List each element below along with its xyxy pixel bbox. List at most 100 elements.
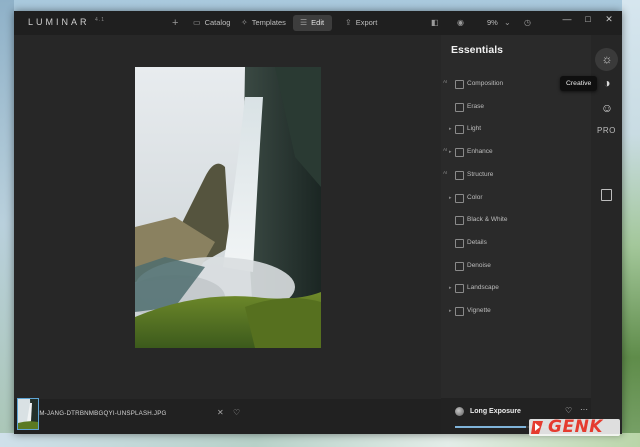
app-logo-text: LUMINAR [28, 17, 90, 27]
ai-badge: AI [443, 169, 448, 175]
expand-arrow-icon[interactable]: ▸ [449, 195, 452, 201]
expand-arrow-icon[interactable]: ▸ [449, 308, 452, 314]
tool-denoise[interactable]: Denoise [441, 261, 591, 275]
sparkle-icon: ✧ [241, 18, 248, 27]
export-icon: ⇪ [345, 18, 352, 27]
tool-label: Details [467, 238, 487, 246]
close-icon: ✕ [605, 14, 613, 24]
preset-heart-icon[interactable]: ♡ [565, 406, 572, 415]
waterfall-photo [135, 67, 321, 348]
folder-icon: ▭ [193, 18, 201, 27]
enhance-icon [455, 148, 464, 158]
ai-badge: AI [443, 79, 448, 84]
compare-icon: ◧ [431, 18, 439, 27]
history-button[interactable]: ◷ [524, 15, 535, 31]
tool-label: Vignette [467, 307, 491, 314]
tool-enhance[interactable]: ▸ Enhance AI [441, 147, 591, 161]
app-logo: LUMINAR 4.1 [28, 17, 105, 27]
canvas-layers-icon[interactable] [601, 189, 612, 201]
app-version: 4.1 [95, 17, 105, 23]
tool-label: Light [467, 125, 482, 133]
sun-icon[interactable]: ☼ [599, 51, 615, 67]
landscape-icon [455, 284, 464, 294]
preset-thumbnail [455, 407, 464, 416]
luminar-window: LUMINAR 4.1 + ▭ Catalog ✧ Templates ☰ Edit … [14, 11, 622, 434]
ai-badge: AI [443, 147, 448, 153]
edit-label: Edit [311, 18, 325, 27]
favorite-heart-icon[interactable]: ♡ [233, 408, 240, 417]
zoom-level: 9% [487, 18, 498, 27]
bw-icon [455, 216, 464, 226]
tool-label: Black & White [467, 216, 508, 224]
tool-structure[interactable]: Structure AI [441, 170, 591, 184]
export-label: Export [355, 18, 378, 27]
thumbnail-image [18, 399, 38, 429]
clock-icon: ◷ [524, 18, 531, 27]
tool-label: Denoise [467, 261, 491, 269]
tool-color[interactable]: ▸ Color [441, 193, 591, 207]
structure-icon [455, 170, 464, 180]
image-filename: ADAM-JANG-DTRBNMBGQYI-UNSPLASH.JPG [26, 410, 167, 417]
chevron-down-icon: ⌄ [503, 18, 511, 27]
smile-icon[interactable]: ☺ [599, 100, 615, 116]
tool-label: Landscape [467, 284, 499, 292]
tool-label: Erase [467, 102, 484, 110]
zoom-dropdown[interactable]: 9% ⌄ [487, 15, 515, 31]
preview-button[interactable]: ◉ [457, 15, 468, 31]
preset-name[interactable]: Long Exposure [470, 408, 521, 415]
image-canvas[interactable]: ADAM-JANG-DTRBNMBGQYI-UNSPLASH.JPG ✕ ♡ [14, 35, 441, 434]
tool-black-white[interactable]: Black & White [441, 215, 591, 229]
export-button[interactable]: ⇪ Export [345, 15, 377, 31]
tool-category-bar: ☼ ◑ ☺ PRO [591, 35, 622, 434]
color-icon [455, 193, 464, 203]
expand-arrow-icon[interactable]: ▸ [449, 285, 452, 291]
tool-light[interactable]: ▸ Light [441, 124, 591, 138]
tool-label: Color [467, 193, 483, 201]
tool-details[interactable]: Details [441, 238, 591, 252]
watermark-text: GENK [548, 417, 603, 437]
reject-x-icon[interactable]: ✕ [217, 408, 224, 417]
maximize-icon: □ [585, 14, 591, 24]
tool-vignette[interactable]: ▸ Vignette [441, 306, 591, 320]
panel-title: Essentials [451, 44, 503, 56]
palette-icon[interactable]: ◑ [599, 75, 615, 91]
tool-label: Enhance [467, 148, 493, 156]
tool-landscape[interactable]: ▸ Landscape [441, 283, 591, 297]
add-photos-button[interactable]: + [172, 15, 182, 31]
compare-view-button[interactable]: ◧ [431, 15, 443, 31]
vignette-icon [455, 307, 464, 316]
templates-label: Templates [251, 18, 286, 27]
light-icon [455, 125, 464, 135]
tool-label: Composition [467, 80, 504, 87]
minimize-button[interactable]: — [560, 14, 574, 24]
details-icon [455, 238, 464, 248]
catalog-label: Catalog [204, 18, 231, 27]
expand-arrow-icon[interactable]: ▸ [449, 149, 452, 155]
eraser-icon [455, 102, 464, 112]
edit-button[interactable]: ☰ Edit [293, 15, 333, 31]
filmstrip-thumbnail[interactable] [17, 398, 39, 430]
crop-icon [455, 80, 464, 89]
more-options-icon[interactable]: ··· [580, 405, 588, 414]
sliders-icon: ☰ [300, 18, 308, 27]
plus-icon: + [172, 17, 179, 29]
preset-amount-fill [455, 426, 526, 428]
eye-icon: ◉ [457, 18, 464, 27]
catalog-button[interactable]: ▭ Catalog [193, 15, 230, 31]
maximize-button[interactable]: □ [581, 14, 595, 24]
close-button[interactable]: ✕ [602, 14, 616, 25]
tool-label: Structure [467, 170, 494, 178]
pro-category-button[interactable]: PRO [597, 126, 616, 135]
desktop-background-right [622, 0, 640, 447]
filmstrip-bar: ADAM-JANG-DTRBNMBGQYI-UNSPLASH.JPG ✕ ♡ [14, 399, 441, 434]
creative-tooltip: Creative [560, 76, 598, 91]
essentials-panel: Essentials Composition AI Erase ▸ Light ▸ Enha… [441, 35, 591, 434]
minimize-icon: — [562, 14, 572, 24]
expand-arrow-icon[interactable]: ▸ [449, 126, 452, 132]
edited-photo[interactable] [135, 67, 321, 348]
templates-button[interactable]: ✧ Templates [241, 15, 286, 31]
desktop-background-left [0, 0, 14, 447]
tool-erase[interactable]: Erase [441, 102, 591, 116]
denoise-icon [455, 261, 464, 271]
genk-watermark: GENK [529, 415, 621, 437]
